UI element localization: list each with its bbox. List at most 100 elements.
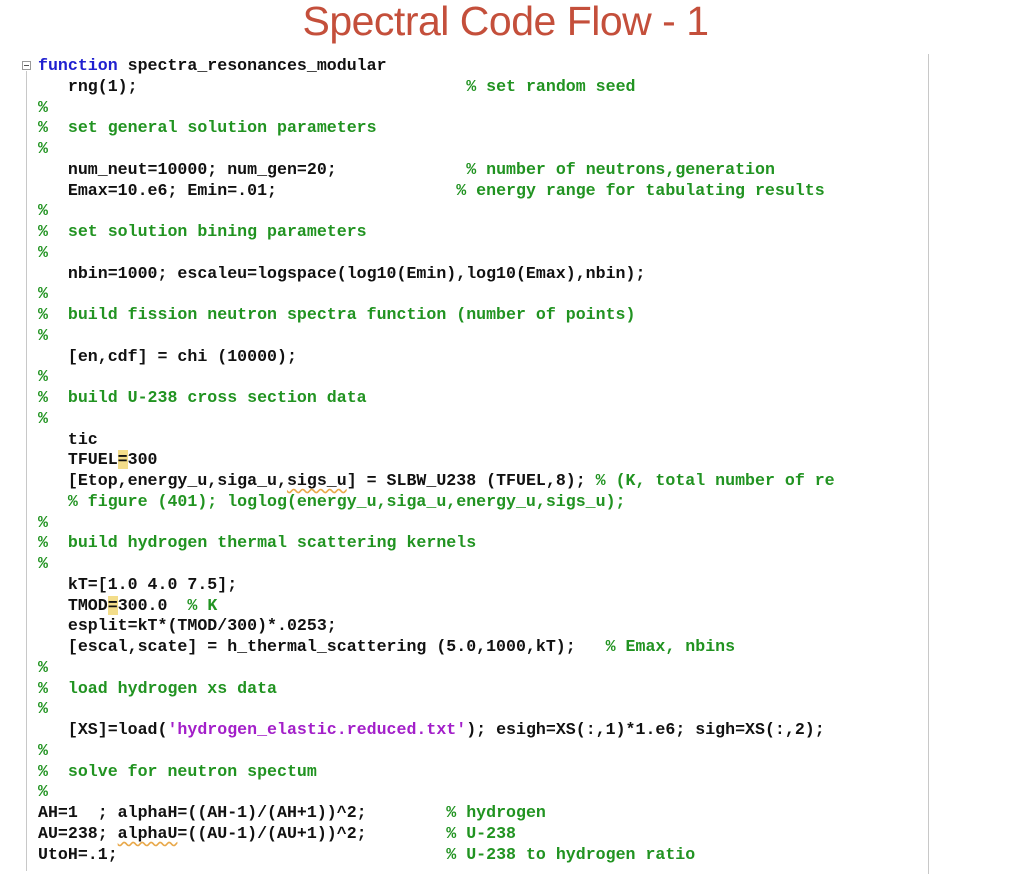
code-line[interactable]: rng(1); % set random seed [38, 77, 835, 98]
code-token: % [38, 367, 48, 387]
code-line[interactable]: % [38, 367, 835, 388]
code-line[interactable]: % [38, 243, 835, 264]
code-token: % [38, 139, 48, 158]
fold-collapse-icon[interactable] [22, 61, 31, 70]
code-token: % number of neutrons,generation [466, 159, 775, 179]
code-line[interactable]: % [38, 201, 835, 222]
fold-guide-line [26, 71, 27, 871]
code-token: alphaU [117, 823, 178, 843]
code-token: spectra_resonances_modular [117, 56, 387, 75]
code-token: % build U-238 cross section data [38, 388, 367, 407]
code-token: % [38, 242, 48, 262]
code-token: % [38, 201, 48, 221]
code-token: 'hydrogen_elastic.reduced.txt' [167, 720, 467, 739]
code-token: = [117, 450, 128, 470]
code-line[interactable]: % [38, 554, 835, 575]
code-line[interactable]: % [38, 284, 835, 305]
code-line[interactable]: % build hydrogen thermal scattering kern… [38, 533, 835, 554]
code-line[interactable]: % [38, 409, 835, 430]
right-margin-line [928, 54, 929, 874]
code-token: tic [38, 429, 98, 449]
code-line[interactable]: % load hydrogen xs data [38, 679, 835, 700]
slide-title: Spectral Code Flow - 1 [302, 0, 709, 44]
code-line[interactable]: [escal,scate] = h_thermal_scattering (5.… [38, 637, 835, 658]
code-token: [escal,scate] = h_thermal_scattering (5.… [38, 637, 606, 656]
code-line[interactable]: % [38, 326, 835, 347]
code-token: 300 [127, 450, 158, 470]
code-token: % [38, 657, 48, 677]
code-text[interactable]: function spectra_resonances_modular rng(… [38, 56, 835, 865]
code-editor[interactable]: function spectra_resonances_modular rng(… [22, 52, 928, 874]
code-line[interactable]: % [38, 699, 835, 720]
code-line[interactable]: % [38, 98, 835, 119]
code-line[interactable]: [en,cdf] = chi (10000); [38, 347, 835, 368]
code-token: = [107, 595, 118, 615]
code-line[interactable]: % figure (401); loglog(energy_u,siga_u,e… [38, 492, 835, 513]
code-token: % hydrogen [446, 803, 546, 822]
code-token: % [38, 512, 48, 532]
code-token: % Emax, nbins [605, 637, 736, 656]
code-token: Emax=10.e6; Emin=.01; [38, 180, 457, 200]
code-token: ); esigh=XS(:,1)*1.e6; sigh=XS(:,2); [466, 720, 825, 739]
code-token: rng(1); [38, 76, 467, 96]
code-token: % solve for neutron spectum [38, 761, 317, 781]
code-line[interactable]: % [38, 513, 835, 534]
code-token: % U-238 to hydrogen ratio [446, 844, 696, 864]
code-line[interactable]: % [38, 782, 835, 803]
code-token: [Etop,energy_u,siga_u, [38, 471, 287, 490]
code-token: kT=[1.0 4.0 7.5]; [38, 574, 238, 594]
code-token: % [38, 554, 48, 573]
code-token: % K [187, 595, 218, 615]
code-line[interactable]: % set solution bining parameters [38, 222, 835, 243]
code-token: % [38, 325, 48, 345]
code-token: function [38, 56, 118, 75]
code-line[interactable]: % build fission neutron spectra function… [38, 305, 835, 326]
code-line[interactable]: AH=1 ; alphaH=((AH-1)/(AH+1))^2; % hydro… [38, 803, 835, 824]
code-token: % build hydrogen thermal scattering kern… [38, 533, 477, 553]
code-line[interactable]: TFUEL=300 [38, 450, 835, 471]
code-token: num_neut=10000; num_gen=20; [38, 159, 467, 179]
code-line[interactable]: nbin=1000; escaleu=logspace(log10(Emin),… [38, 264, 835, 285]
code-token: % build fission neutron spectra function… [38, 305, 636, 324]
code-line[interactable]: num_neut=10000; num_gen=20; % number of … [38, 160, 835, 181]
code-line[interactable]: Emax=10.e6; Emin=.01; % energy range for… [38, 181, 835, 202]
code-token: % (K, total number of re [595, 471, 835, 490]
code-line[interactable]: % set general solution parameters [38, 118, 835, 139]
code-token: % [38, 699, 48, 719]
code-token: esplit=kT*(TMOD/300)*.0253; [38, 616, 337, 636]
code-token: % load hydrogen xs data [38, 678, 277, 698]
code-token: % energy range for tabulating results [456, 180, 825, 200]
code-line[interactable]: tic [38, 430, 835, 451]
code-line[interactable]: [XS]=load('hydrogen_elastic.reduced.txt'… [38, 720, 835, 741]
code-line[interactable]: UtoH=.1; % U-238 to hydrogen ratio [38, 845, 835, 866]
code-token: 300.0 [117, 595, 188, 615]
code-token: % set solution bining parameters [38, 222, 367, 241]
code-token: [XS]=load( [38, 720, 168, 739]
code-line[interactable]: esplit=kT*(TMOD/300)*.0253; [38, 616, 835, 637]
code-token: % U-238 [446, 823, 517, 843]
code-token: nbin=1000; escaleu=logspace(log10(Emin),… [38, 263, 646, 283]
code-token: % set general solution parameters [38, 118, 377, 138]
code-line[interactable]: % [38, 741, 835, 762]
code-token: TFUEL [38, 450, 118, 470]
code-token: % [38, 284, 48, 304]
code-token: % [38, 740, 48, 760]
code-token: % set random seed [466, 76, 636, 96]
code-line[interactable]: % build U-238 cross section data [38, 388, 835, 409]
code-line[interactable]: % [38, 658, 835, 679]
code-token: sigs_u [286, 471, 347, 490]
code-line[interactable]: TMOD=300.0 % K [38, 595, 835, 617]
code-token: % figure (401); loglog(energy_u,siga_u,e… [38, 491, 626, 511]
code-token: [en,cdf] = chi (10000); [38, 346, 297, 366]
code-token: AU=238; [38, 823, 118, 843]
code-line[interactable]: % [38, 139, 835, 160]
code-line[interactable]: function spectra_resonances_modular [38, 56, 835, 77]
code-token: % [38, 782, 48, 802]
code-line[interactable]: [Etop,energy_u,siga_u,sigs_u] = SLBW_U23… [38, 471, 835, 492]
code-line[interactable]: AU=238; alphaU=((AU-1)/(AU+1))^2; % U-23… [38, 824, 835, 845]
code-token: % [38, 97, 48, 117]
code-line[interactable]: % solve for neutron spectum [38, 762, 835, 783]
code-line[interactable]: kT=[1.0 4.0 7.5]; [38, 575, 835, 596]
code-token: UtoH=.1; [38, 844, 447, 864]
code-token: % [38, 408, 48, 428]
